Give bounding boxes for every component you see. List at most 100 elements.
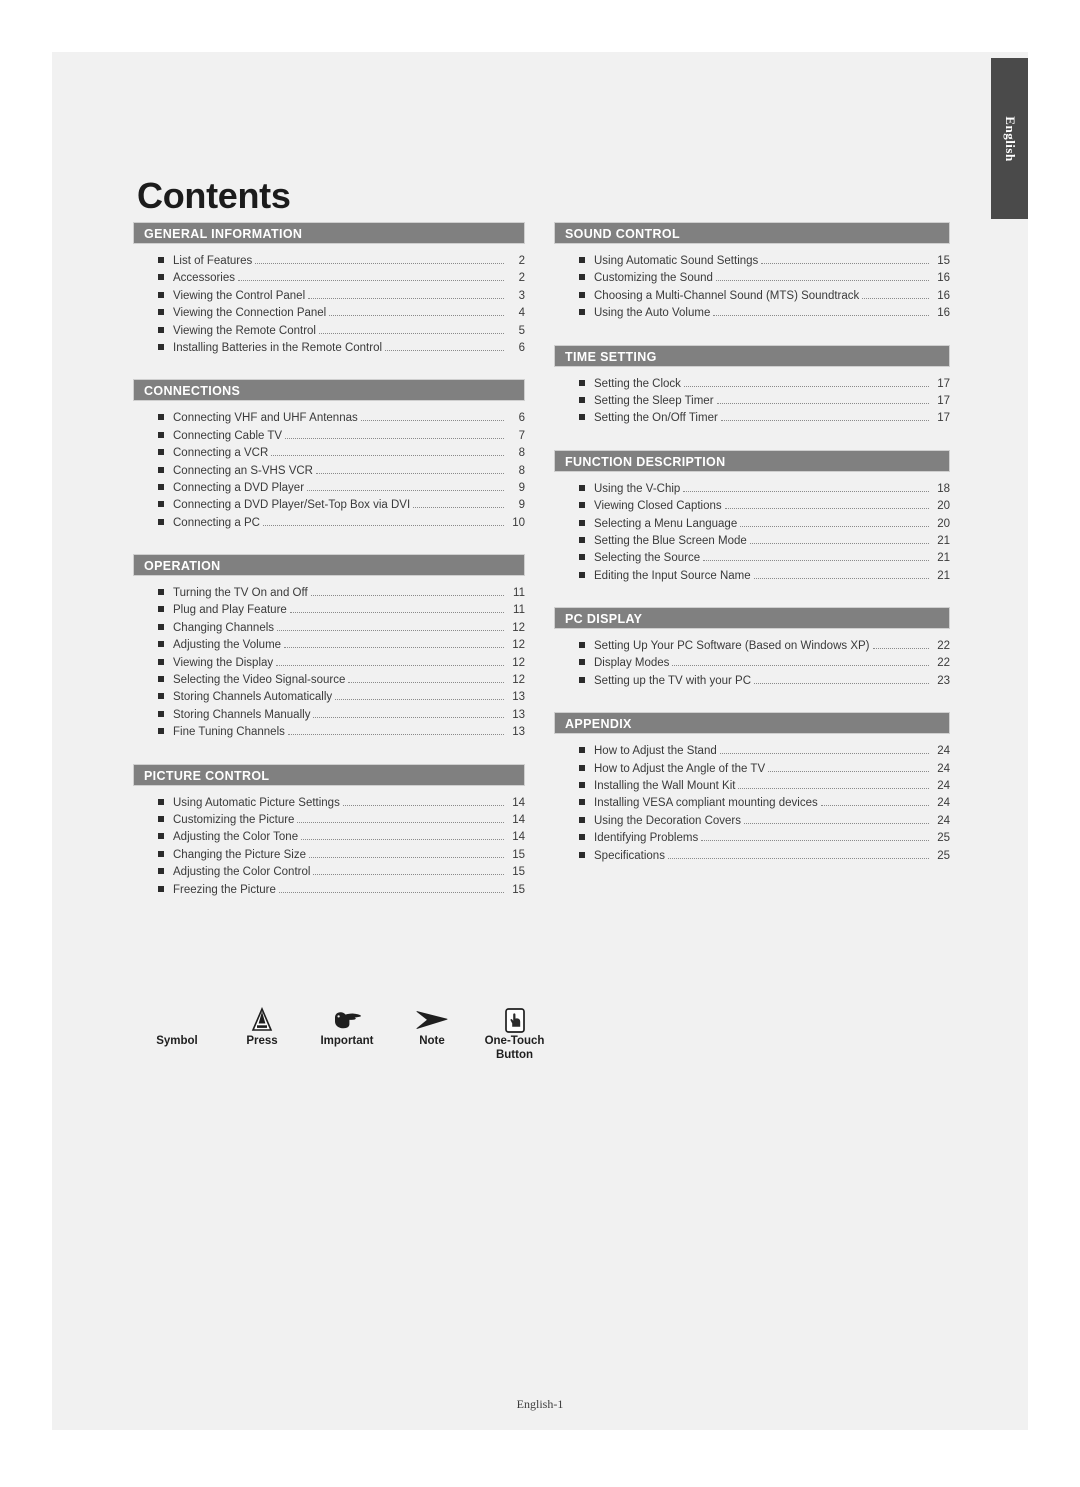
toc-entry[interactable]: Adjusting the Color Control 15 <box>133 864 525 881</box>
toc-entry[interactable]: Customizing the Picture 14 <box>133 812 525 829</box>
square-bullet-icon <box>579 834 585 841</box>
toc-entry[interactable]: How to Adjust the Angle of the TV 24 <box>554 761 950 778</box>
dot-leader <box>713 315 929 317</box>
note-arrow-icon <box>392 1005 472 1035</box>
toc-section: GENERAL INFORMATION List of Features 2 Acce… <box>133 222 525 357</box>
toc-entry[interactable]: Customizing the Sound 16 <box>554 270 950 287</box>
toc-entry[interactable]: Viewing the Remote Control 5 <box>133 323 525 340</box>
toc-entry[interactable]: Installing Batteries in the Remote Contr… <box>133 340 525 357</box>
toc-entry[interactable]: Identifying Problems 25 <box>554 830 950 847</box>
toc-entry[interactable]: How to Adjust the Stand 24 <box>554 743 950 760</box>
toc-entry[interactable]: Installing the Wall Mount Kit 24 <box>554 778 950 795</box>
toc-entry[interactable]: Selecting the Video Signal-source 12 <box>133 672 525 689</box>
toc-entry[interactable]: Setting up the TV with your PC 23 <box>554 673 950 690</box>
square-bullet-icon <box>158 431 164 438</box>
toc-entry-label: Editing the Input Source Name <box>594 569 751 582</box>
legend-label: Note <box>419 1035 445 1047</box>
toc-entry[interactable]: Using Automatic Picture Settings 14 <box>133 795 525 812</box>
toc-entry[interactable]: Storing Channels Automatically 13 <box>133 689 525 706</box>
toc-entry-label: Freezing the Picture <box>173 883 276 896</box>
toc-entry[interactable]: Selecting a Menu Language 20 <box>554 516 950 533</box>
legend-cell: Press <box>222 1005 302 1049</box>
dot-leader <box>738 788 929 790</box>
square-bullet-icon <box>158 483 164 490</box>
toc-entry[interactable]: List of Features 2 <box>133 253 525 270</box>
square-bullet-icon <box>158 291 164 298</box>
toc-entry[interactable]: Viewing the Display 12 <box>133 655 525 672</box>
toc-entry[interactable]: Specifications 25 <box>554 848 950 865</box>
square-bullet-icon <box>158 449 164 456</box>
toc-entry[interactable]: Changing Channels 12 <box>133 620 525 637</box>
square-bullet-icon <box>158 815 164 822</box>
dot-leader <box>724 508 929 510</box>
toc-entry[interactable]: Fine Tuning Channels 13 <box>133 724 525 741</box>
toc-entry-label: Connecting VHF and UHF Antennas <box>173 412 358 425</box>
toc-entry[interactable]: Plug and Play Feature 11 <box>133 602 525 619</box>
toc-entry[interactable]: Using Automatic Sound Settings 15 <box>554 253 950 270</box>
toc-entry[interactable]: Accessories 2 <box>133 270 525 287</box>
toc-entry-label: Viewing the Display <box>173 656 274 669</box>
square-bullet-icon <box>579 536 585 543</box>
toc-entry[interactable]: Freezing the Picture 15 <box>133 882 525 899</box>
toc-entry[interactable]: Connecting a PC 10 <box>133 515 525 532</box>
toc-entry[interactable]: Changing the Picture Size 15 <box>133 847 525 864</box>
toc-entry[interactable]: Choosing a Multi-Channel Sound (MTS) Sou… <box>554 288 950 305</box>
toc-entry[interactable]: Setting the On/Off Timer 17 <box>554 410 950 427</box>
toc-entry[interactable]: Connecting a DVD Player/Set-Top Box via … <box>133 497 525 514</box>
toc-list: Connecting VHF and UHF Antennas 6 Connecti… <box>133 401 525 532</box>
one-touch-button-icon <box>467 1005 562 1035</box>
toc-entry[interactable]: Connecting a DVD Player 9 <box>133 480 525 497</box>
press-triangle-icon <box>222 1005 302 1035</box>
legend-cell: Important <box>307 1005 387 1049</box>
toc-entry[interactable]: Setting Up Your PC Software (Based on Wi… <box>554 638 950 655</box>
toc-entry[interactable]: Using the V-Chip 18 <box>554 481 950 498</box>
square-bullet-icon <box>579 379 585 386</box>
toc-entry-label: Setting the Blue Screen Mode <box>594 534 747 547</box>
toc-entry-page-number: 12 <box>512 639 525 652</box>
toc-entry[interactable]: Editing the Input Source Name 21 <box>554 568 950 585</box>
toc-entry[interactable]: Setting the Sleep Timer 17 <box>554 393 950 410</box>
toc-entry[interactable]: Connecting an S-VHS VCR 8 <box>133 463 525 480</box>
toc-entry-label: Connecting a VCR <box>173 447 269 460</box>
toc-entry[interactable]: Using the Auto Volume 16 <box>554 305 950 322</box>
toc-entry-page-number: 21 <box>937 569 950 582</box>
toc-entry[interactable]: Using the Decoration Covers 24 <box>554 813 950 830</box>
dot-leader <box>271 455 504 457</box>
square-bullet-icon <box>158 466 164 473</box>
toc-entry[interactable]: Viewing Closed Captions 20 <box>554 498 950 515</box>
toc-entry[interactable]: Turning the TV On and Off 11 <box>133 585 525 602</box>
toc-entry-page-number: 7 <box>518 429 525 442</box>
language-side-tab-label: English <box>1002 115 1018 162</box>
toc-entry[interactable]: Connecting a VCR 8 <box>133 445 525 462</box>
toc-entry-label: Setting the Clock <box>594 377 681 390</box>
toc-entry-label: Setting Up Your PC Software (Based on Wi… <box>594 640 870 653</box>
toc-entry-page-number: 24 <box>937 780 950 793</box>
note-arrow-icon <box>416 1011 448 1029</box>
toc-entry[interactable]: Display Modes 22 <box>554 655 950 672</box>
legend-cell: One-Touch Button <box>467 1005 562 1062</box>
toc-entry[interactable]: Connecting VHF and UHF Antennas 6 <box>133 410 525 427</box>
toc-entry[interactable]: Installing VESA compliant mounting devic… <box>554 795 950 812</box>
toc-entry-page-number: 13 <box>512 691 525 704</box>
dot-leader <box>744 822 929 824</box>
toc-entry-label: Installing the Wall Mount Kit <box>594 780 736 793</box>
toc-entry[interactable]: Adjusting the Color Tone 14 <box>133 829 525 846</box>
dot-leader <box>672 665 929 667</box>
toc-entry-page-number: 25 <box>937 832 950 845</box>
toc-entry-page-number: 22 <box>937 657 950 670</box>
square-bullet-icon <box>158 798 164 805</box>
toc-entry[interactable]: Viewing the Control Panel 3 <box>133 288 525 305</box>
toc-entry[interactable]: Setting the Clock 17 <box>554 376 950 393</box>
toc-entry-label: How to Adjust the Stand <box>594 745 717 758</box>
toc-entry[interactable]: Selecting the Source 21 <box>554 550 950 567</box>
toc-entry-label: Setting the On/Off Timer <box>594 412 718 425</box>
dot-leader <box>238 280 504 282</box>
dot-leader <box>315 472 504 474</box>
toc-entry[interactable]: Viewing the Connection Panel 4 <box>133 305 525 322</box>
toc-entry[interactable]: Adjusting the Volume 12 <box>133 637 525 654</box>
toc-entry[interactable]: Connecting Cable TV 7 <box>133 428 525 445</box>
square-bullet-icon <box>579 484 585 491</box>
square-bullet-icon <box>158 589 164 596</box>
toc-entry[interactable]: Storing Channels Manually 13 <box>133 707 525 724</box>
toc-entry[interactable]: Setting the Blue Screen Mode 21 <box>554 533 950 550</box>
